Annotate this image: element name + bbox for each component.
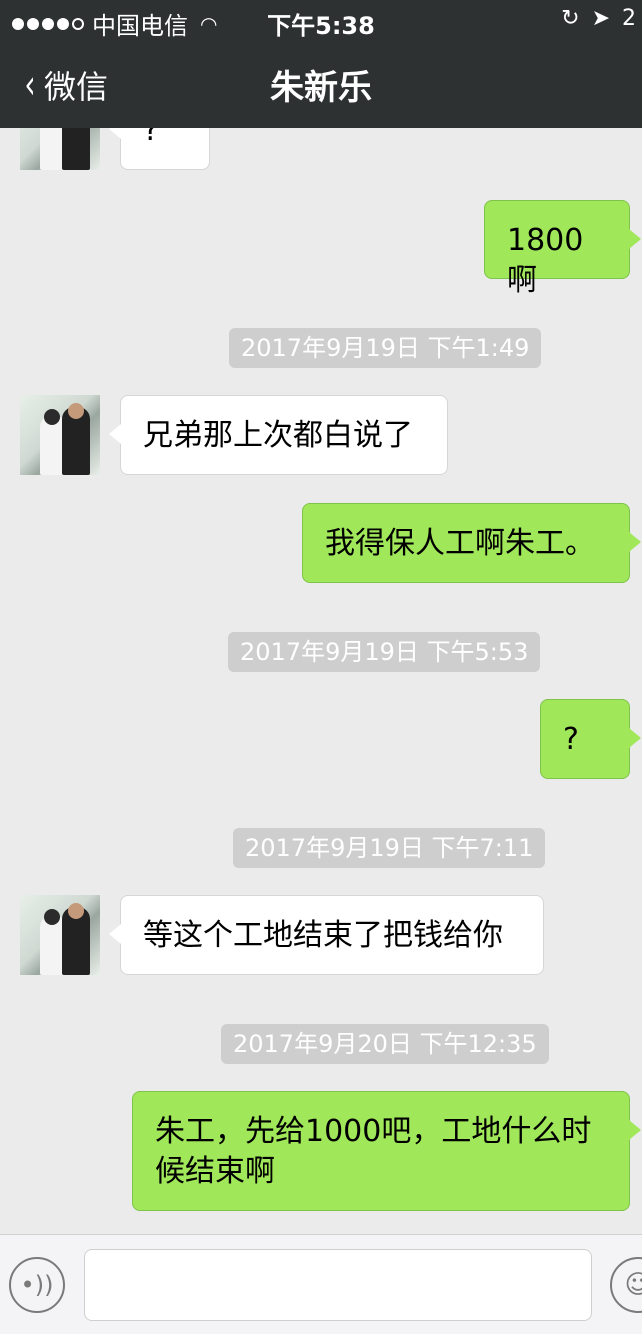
message-bubble-incoming[interactable]: ?	[109, 128, 210, 170]
rotation-lock-icon: ↻	[561, 6, 580, 31]
location-icon: ➤	[591, 6, 610, 31]
message-input[interactable]	[84, 1249, 592, 1321]
battery-percent: 2	[622, 6, 636, 31]
message-bubble-incoming[interactable]: 等这个工地结束了把钱给你	[109, 895, 544, 975]
contact-avatar[interactable]	[20, 895, 100, 975]
voice-icon[interactable]: •))	[9, 1257, 65, 1313]
status-time: 下午5:38	[267, 12, 375, 40]
timestamp: 2017年9月19日 下午1:49	[229, 328, 542, 368]
emoji-icon[interactable]: ☺	[610, 1257, 642, 1313]
status-right: ↻ ➤ 2	[561, 6, 636, 31]
message-bubble-outgoing[interactable]: 我得保人工啊朱工。	[302, 503, 641, 583]
contact-avatar[interactable]	[20, 395, 100, 475]
message-bubble-outgoing[interactable]: ?	[540, 699, 641, 779]
message-bubble-incoming[interactable]: 兄弟那上次都白说了	[109, 395, 448, 475]
message-bubble-outgoing[interactable]: 1800啊	[484, 200, 641, 298]
status-bar: 中国电信 ◠ 下午5:38 ↻ ➤ 2	[0, 0, 642, 40]
nav-bar: ‹ 微信 朱新乐	[0, 40, 642, 128]
timestamp: 2017年9月19日 下午7:11	[233, 828, 546, 868]
contact-avatar[interactable]	[20, 128, 100, 170]
chat-title: 朱新乐	[270, 68, 372, 108]
message-bubble-outgoing[interactable]: 朱工，先给1000吧，工地什么时候结束啊	[132, 1091, 641, 1211]
chat-area[interactable]: ? 1800啊 2017年9月19日 下午1:49 兄弟那上次都白说了 我得保人…	[0, 128, 642, 1234]
timestamp: 2017年9月20日 下午12:35	[221, 1024, 549, 1064]
input-bar: •)) ☺	[0, 1234, 642, 1334]
timestamp: 2017年9月19日 下午5:53	[228, 632, 541, 672]
